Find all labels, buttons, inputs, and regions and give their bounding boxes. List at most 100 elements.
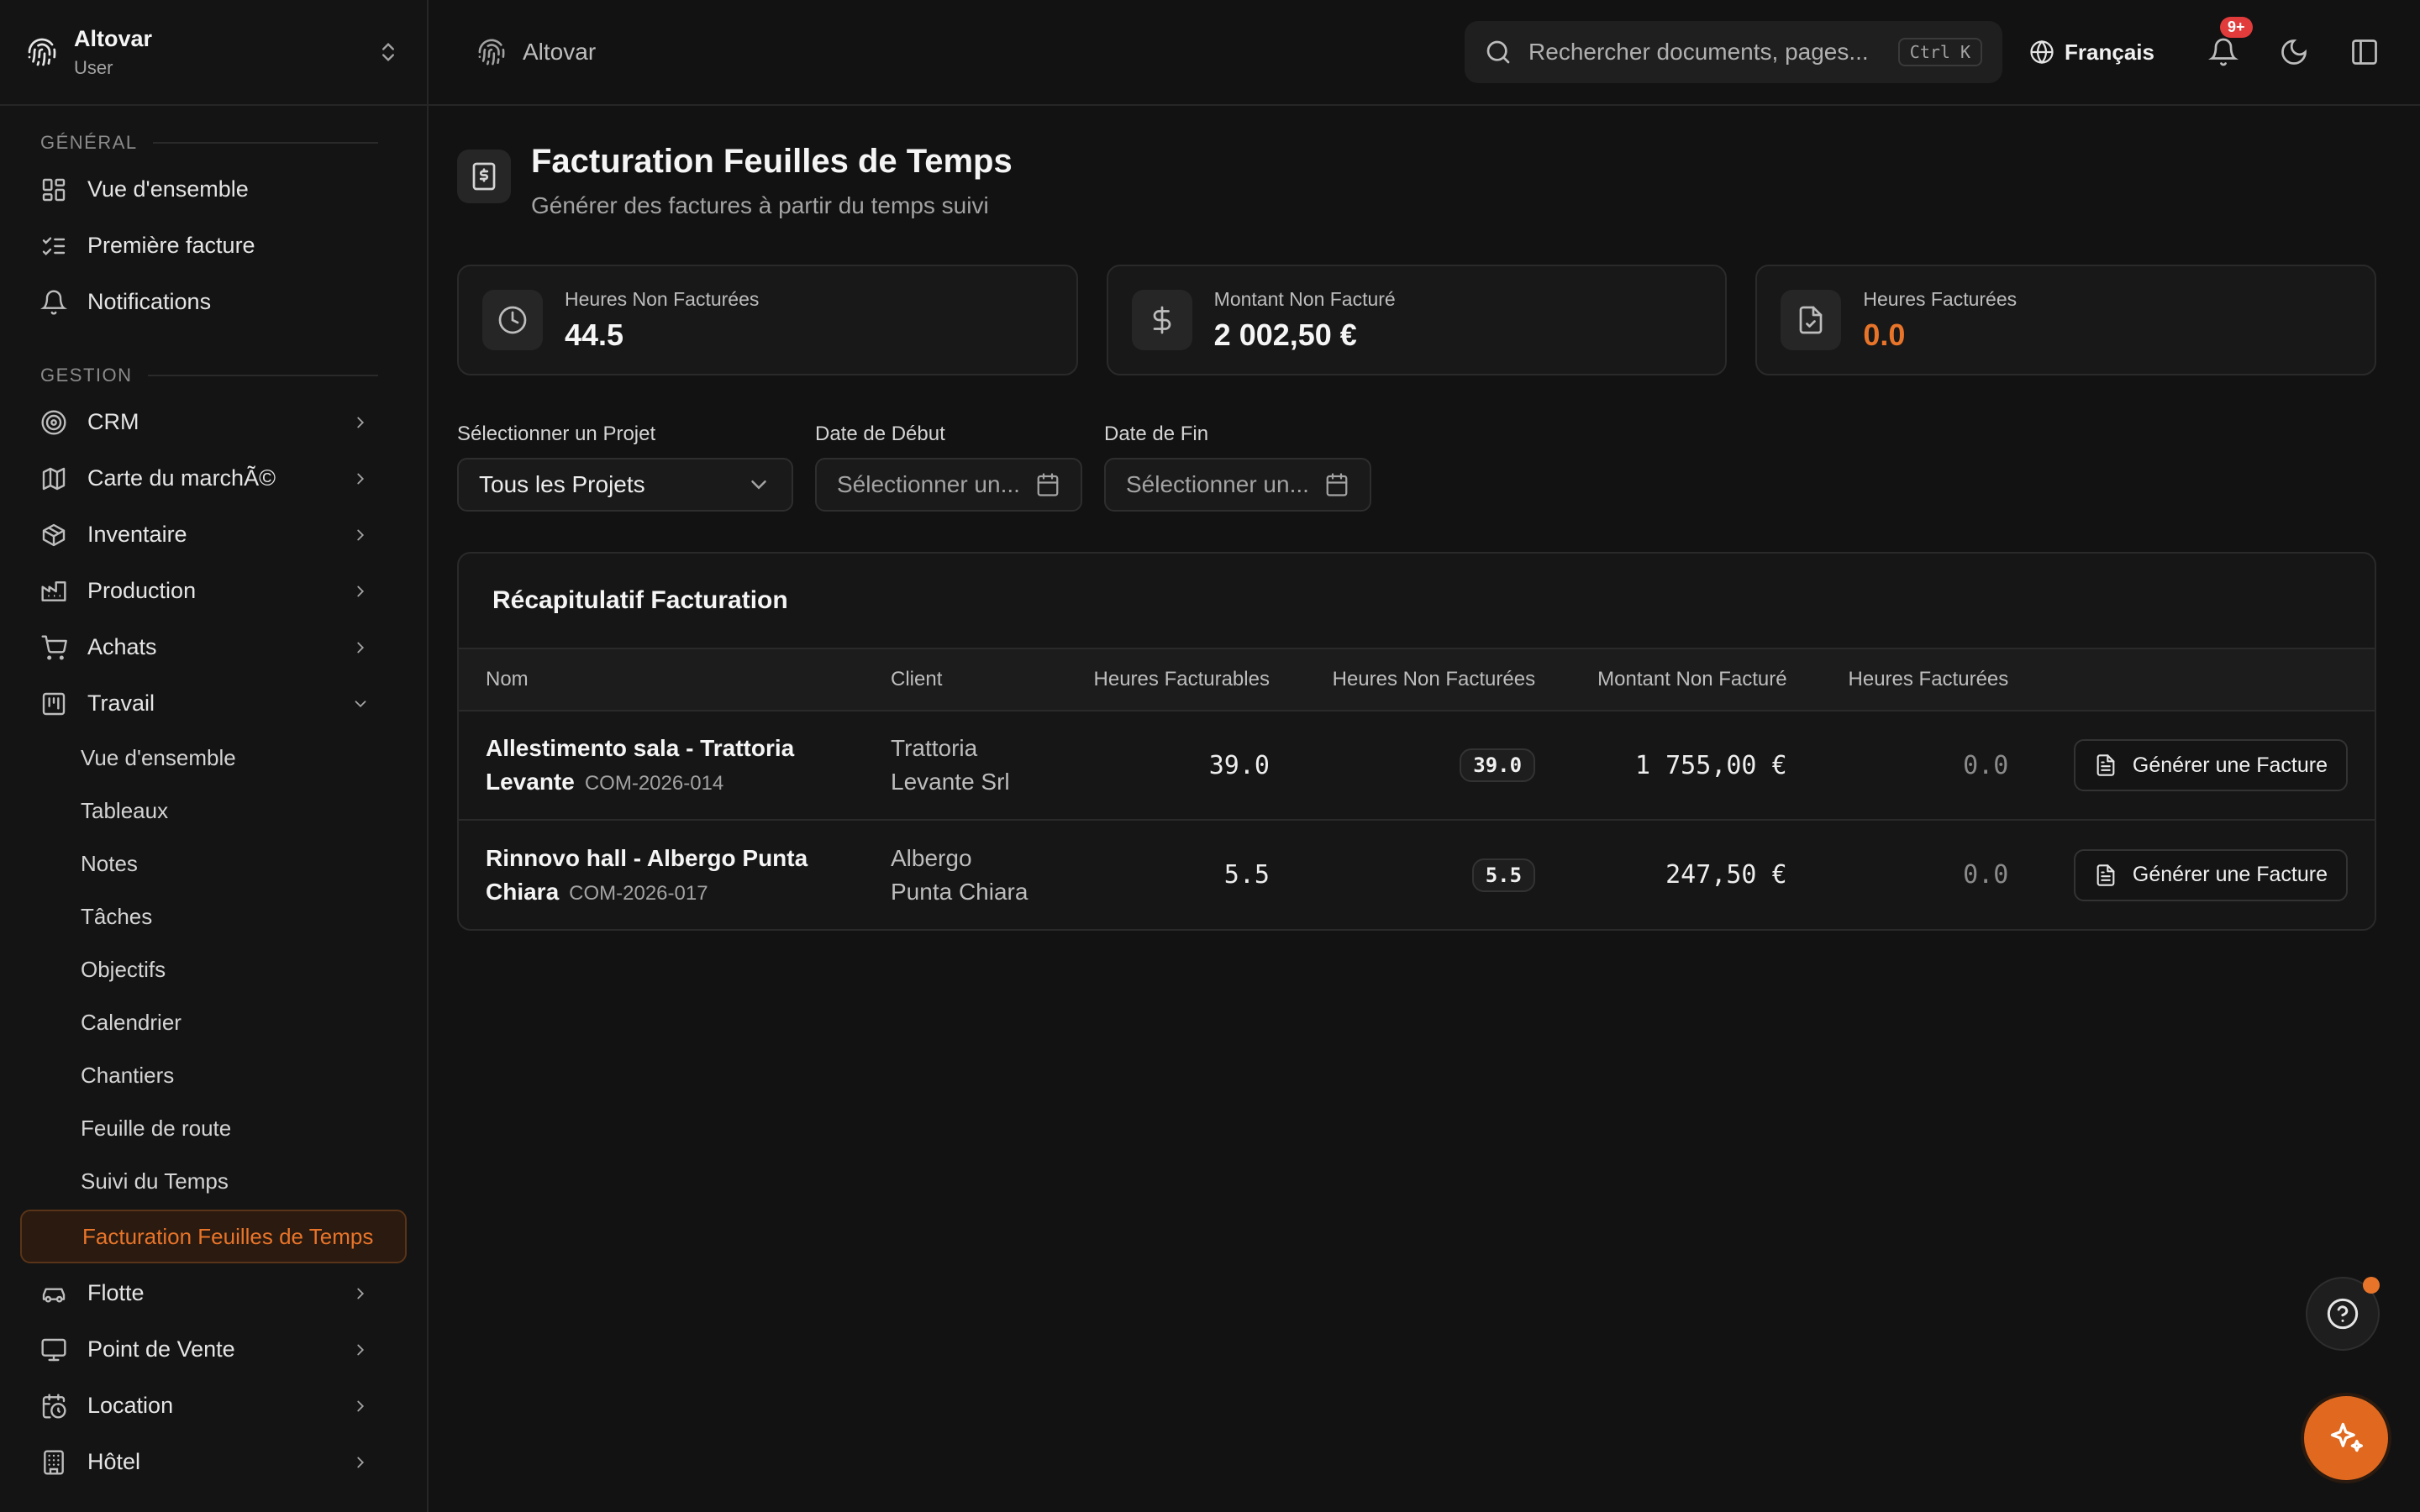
sidebar-item-hotel[interactable]: Hôtel bbox=[0, 1434, 427, 1490]
sidebar-item-purchases[interactable]: Achats bbox=[0, 619, 427, 675]
billing-summary-panel: Récapitulatif Facturation Nom Client Heu… bbox=[457, 552, 2376, 931]
sidebar-item-label: Point de Vente bbox=[87, 1336, 235, 1362]
sidebar-item-pos[interactable]: Point de Vente bbox=[0, 1321, 427, 1378]
list-checks-icon bbox=[42, 236, 66, 255]
cell-actions: Générer une Facture bbox=[2035, 711, 2375, 820]
panel-left-icon bbox=[2352, 39, 2377, 65]
stat-body: Heures Non Facturées 44.5 bbox=[565, 288, 759, 353]
stat-value: 44.5 bbox=[565, 317, 624, 352]
org-name: Altovar bbox=[74, 25, 153, 51]
cell-actions: Générer une Facture bbox=[2035, 820, 2375, 929]
column-header-name[interactable]: Nom bbox=[459, 648, 864, 711]
file-text-icon bbox=[2096, 754, 2115, 776]
panel-toggle-button[interactable] bbox=[2349, 37, 2380, 67]
org-role: User bbox=[74, 56, 113, 78]
sidebar-item-work[interactable]: Travail bbox=[0, 675, 427, 732]
sidebar-item-label: Première facture bbox=[87, 233, 255, 258]
column-header-unbilled-hours[interactable]: Heures Non Facturées bbox=[1297, 648, 1562, 711]
start-date-picker[interactable]: Sélectionner un... bbox=[815, 458, 1082, 512]
end-date-picker[interactable]: Sélectionner un... bbox=[1104, 458, 1371, 512]
sidebar-subitem-time-tracking[interactable]: Suivi du Temps bbox=[0, 1155, 427, 1208]
org-switcher[interactable]: Altovar User bbox=[0, 0, 427, 106]
moon-icon bbox=[2281, 39, 2307, 65]
sidebar-subitem-roadmap[interactable]: Feuille de route bbox=[0, 1102, 427, 1155]
table-header-row: Nom Client Heures Facturables Heures Non… bbox=[459, 648, 2375, 711]
sidebar-item-label: Hôtel bbox=[87, 1449, 141, 1474]
language-switcher[interactable]: Français bbox=[2029, 39, 2154, 66]
sidebar-item-production[interactable]: Production bbox=[0, 563, 427, 619]
unbilled-hours-badge: 39.0 bbox=[1460, 748, 1536, 782]
column-header-unbilled-amount[interactable]: Montant Non Facturé bbox=[1562, 648, 1814, 711]
calendar-icon bbox=[1326, 473, 1348, 496]
sidebar-subitem-tasks[interactable]: Tâches bbox=[0, 890, 427, 943]
sidebar-item-label: Vue d'ensemble bbox=[87, 176, 249, 202]
stat-card-billed-hours: Heures Facturées 0.0 bbox=[1755, 265, 2377, 375]
cart-icon bbox=[41, 634, 67, 660]
filters-row: Sélectionner un Projet Tous les Projets … bbox=[457, 423, 2376, 512]
language-label: Français bbox=[2065, 39, 2154, 65]
section-divider bbox=[152, 142, 378, 144]
stat-card-unbilled-amount: Montant Non Facturé 2 002,50 € bbox=[1106, 265, 1728, 375]
sidebar-item-first-invoice[interactable]: Première facture bbox=[0, 218, 427, 274]
sidebar-subitem-notes[interactable]: Notes bbox=[0, 837, 427, 890]
sidebar-subitem-timesheet-billing[interactable]: Facturation Feuilles de Temps bbox=[20, 1210, 407, 1263]
sidebar-item-overview[interactable]: Vue d'ensemble bbox=[0, 161, 427, 218]
end-date-filter: Date de Fin Sélectionner un... bbox=[1104, 423, 1371, 512]
cell-client: Albergo Punta Chiara bbox=[891, 844, 1028, 905]
column-header-client[interactable]: Client bbox=[864, 648, 1059, 711]
sidebar-item-inventory[interactable]: Inventaire bbox=[0, 507, 427, 563]
sidebar-item-notifications[interactable]: Notifications bbox=[0, 274, 427, 330]
chevrons-up-down-icon[interactable] bbox=[376, 40, 400, 64]
stat-icon-wrap bbox=[1781, 290, 1842, 350]
project-code: COM-2026-017 bbox=[569, 881, 708, 905]
sidebar-item-label: Notifications bbox=[87, 289, 212, 314]
org-info: Altovar User bbox=[74, 26, 376, 79]
column-header-actions bbox=[2035, 648, 2375, 711]
sidebar-item-rental[interactable]: Location bbox=[0, 1378, 427, 1434]
globe-icon bbox=[2030, 39, 2054, 65]
sidebar-item-label: Achats bbox=[87, 634, 157, 659]
section-gestion: GESTION bbox=[0, 357, 427, 394]
sidebar-subitem-goals[interactable]: Objectifs bbox=[0, 943, 427, 996]
generate-invoice-button[interactable]: Générer une Facture bbox=[2073, 739, 2348, 791]
sidebar-item-label: Flotte bbox=[87, 1280, 145, 1305]
sidebar-item-fleet[interactable]: Flotte bbox=[0, 1265, 427, 1321]
chevron-right-icon bbox=[357, 1400, 365, 1411]
cell-billed-hours: 0.0 bbox=[1963, 750, 2009, 780]
sidebar-subitem-overview[interactable]: Vue d'ensemble bbox=[0, 732, 427, 785]
stats-row: Heures Non Facturées 44.5 Montant Non Fa… bbox=[457, 265, 2377, 375]
search-shortcut: Ctrl K bbox=[1897, 38, 1983, 66]
generate-invoice-label: Générer une Facture bbox=[2132, 863, 2328, 886]
section-general-label: GÉNÉRAL bbox=[40, 132, 138, 153]
sidebar-subitem-sites[interactable]: Chantiers bbox=[0, 1049, 427, 1102]
sidebar-item-label: Carte du marchÃ© bbox=[87, 465, 276, 491]
chevron-right-icon bbox=[357, 1457, 365, 1467]
theme-toggle-button[interactable] bbox=[2279, 37, 2309, 67]
column-header-billed-hours[interactable]: Heures Facturées bbox=[1814, 648, 2036, 711]
sidebar-item-label: CRM bbox=[87, 409, 139, 434]
search-input[interactable] bbox=[1528, 39, 1898, 66]
column-header-billable-hours[interactable]: Heures Facturables bbox=[1059, 648, 1297, 711]
sidebar-item-crm[interactable]: CRM bbox=[0, 394, 427, 450]
sidebar-subitem-boards[interactable]: Tableaux bbox=[0, 785, 427, 837]
start-date-filter: Date de Début Sélectionner un... bbox=[815, 423, 1082, 512]
chevron-right-icon bbox=[357, 1288, 365, 1299]
sidebar-item-market-map[interactable]: Carte du marchÃ© bbox=[0, 450, 427, 507]
help-button[interactable] bbox=[2306, 1277, 2380, 1351]
chevron-right-icon bbox=[357, 1344, 365, 1355]
sidebar-item-label: Production bbox=[87, 578, 197, 603]
breadcrumb[interactable]: Altovar bbox=[523, 39, 1465, 66]
sidebar-subitem-calendar[interactable]: Calendrier bbox=[0, 996, 427, 1049]
notifications-button[interactable]: 9+ bbox=[2208, 17, 2253, 67]
search-bar[interactable]: Ctrl K bbox=[1465, 21, 2003, 83]
chevron-right-icon bbox=[357, 642, 365, 653]
chevron-right-icon bbox=[357, 473, 365, 484]
cell-client: Trattoria Levante Srl bbox=[891, 735, 1010, 795]
project-select[interactable]: Tous les Projets bbox=[457, 458, 793, 512]
generate-invoice-button[interactable]: Générer une Facture bbox=[2073, 848, 2348, 901]
cell-unbilled-hours: 5.5 bbox=[1297, 820, 1562, 929]
main-content: Facturation Feuilles de Temps Générer de… bbox=[457, 106, 2377, 931]
help-indicator-dot bbox=[2363, 1277, 2380, 1294]
ai-assistant-button[interactable] bbox=[2304, 1396, 2388, 1480]
map-icon bbox=[42, 467, 66, 490]
